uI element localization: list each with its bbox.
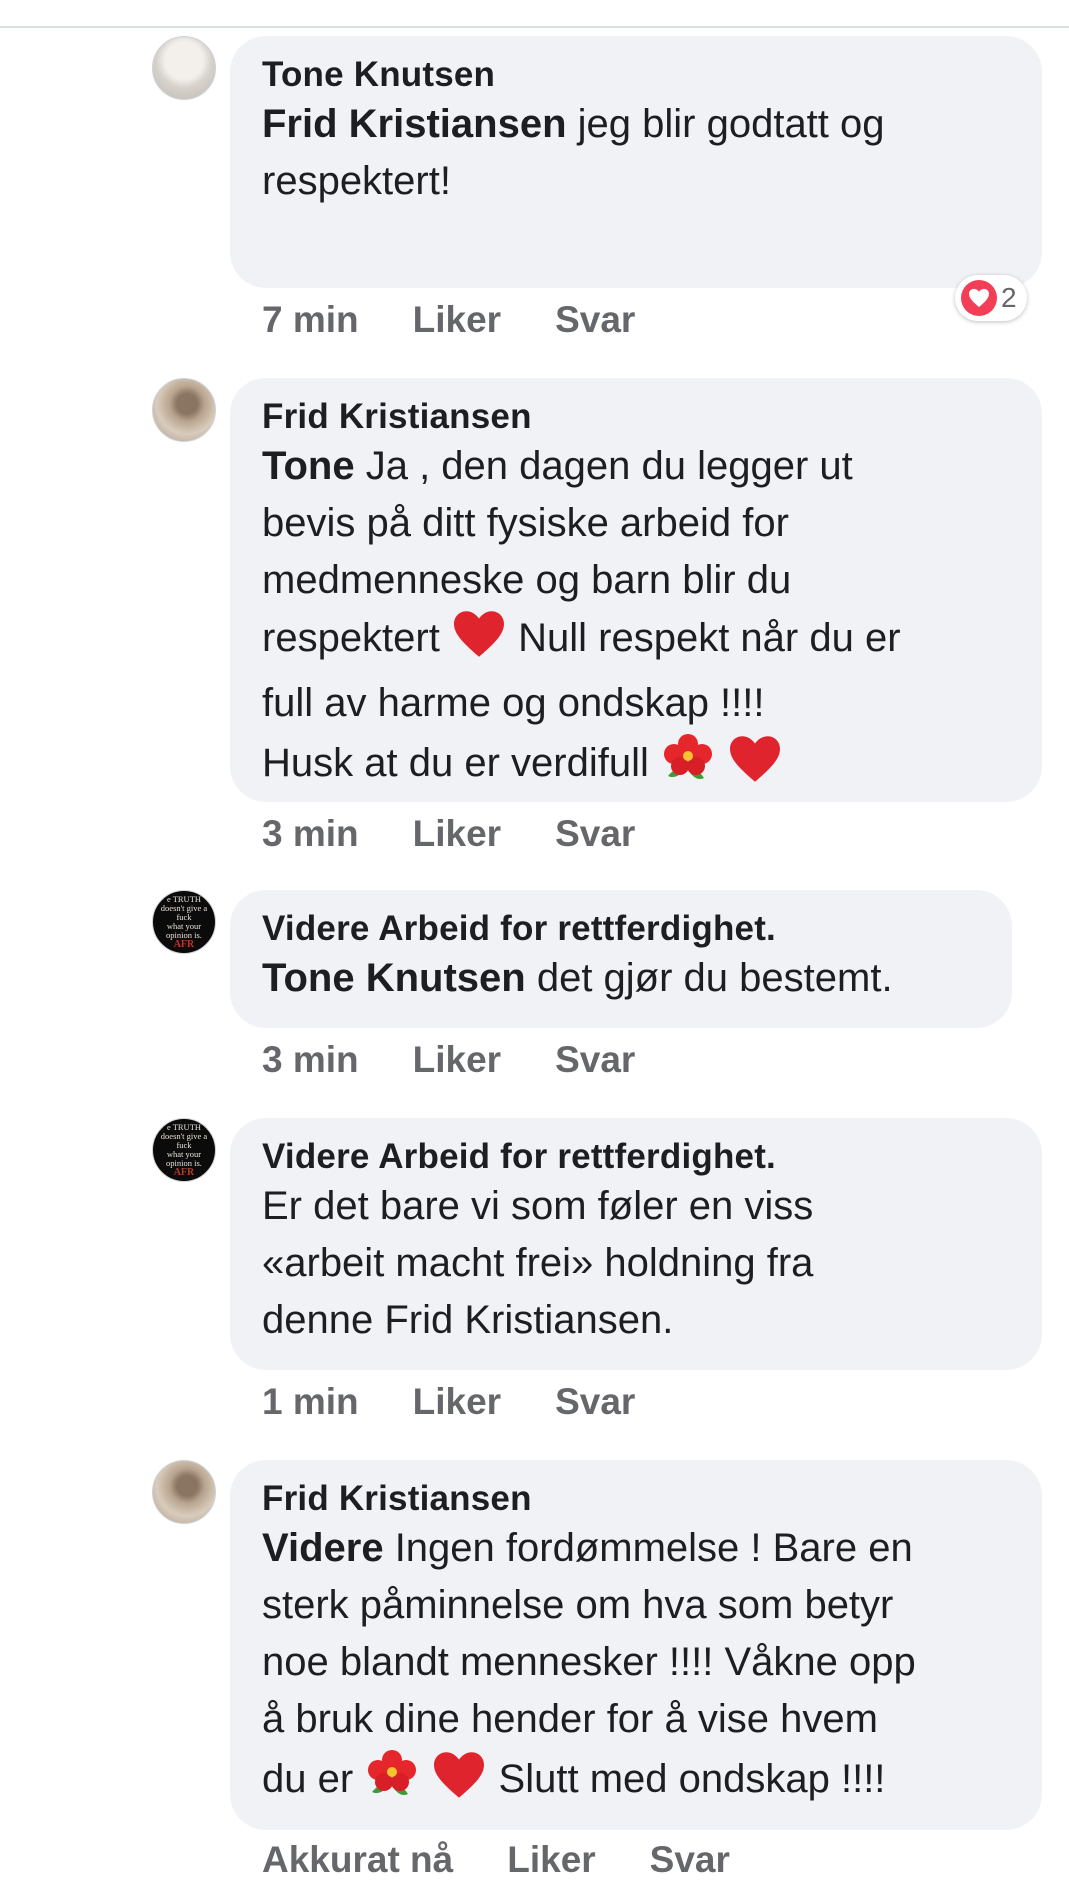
reply-button[interactable]: Svar	[555, 298, 635, 342]
comment-bubble: Videre Arbeid for rettferdighet. Tone Kn…	[230, 890, 1012, 1028]
comment-text-line: Null respekt når du er	[518, 616, 901, 660]
like-button[interactable]: Liker	[413, 298, 501, 342]
comment-author[interactable]: Videre Arbeid for rettferdighet.	[262, 908, 982, 950]
comment-text-line: å bruk dine hender for å vise hvem	[262, 1697, 878, 1741]
avatar-frid-kristiansen[interactable]	[152, 1460, 216, 1524]
comment-text-line: Ja , den dagen du legger ut	[365, 444, 853, 488]
like-button[interactable]: Liker	[507, 1838, 595, 1882]
reply-button[interactable]: Svar	[555, 1038, 635, 1082]
like-button[interactable]: Liker	[413, 812, 501, 856]
comment-mention[interactable]: Videre	[262, 1526, 384, 1570]
reply-button[interactable]: Svar	[555, 1380, 635, 1424]
comment-bubble: Frid Kristiansen Tone Ja , den dagen du …	[230, 378, 1042, 802]
comment-timestamp[interactable]: 3 min	[262, 812, 359, 856]
top-divider	[0, 26, 1069, 28]
comment-text-line: Husk at du er verdifull	[262, 741, 649, 785]
comment-text-line: Slutt med ondskap !!!!	[498, 1757, 886, 1801]
reply-button[interactable]: Svar	[555, 812, 635, 856]
red-heart-emoji	[451, 609, 507, 675]
comment-actions: 3 min Liker Svar	[262, 1038, 635, 1082]
comment-actions: Akkurat nå Liker Svar	[262, 1838, 730, 1882]
hibiscus-emoji	[364, 1748, 420, 1816]
comment-text-line: «arbeit macht frei» holdning fra	[262, 1241, 814, 1285]
comment-text-line: denne Frid Kristiansen.	[262, 1298, 674, 1342]
comment-text-line: det gjør du bestemt.	[536, 956, 893, 1000]
avatar-videre-arbeid[interactable]: e TRUTH doesn't give a fuck what your op…	[152, 890, 216, 954]
comment-text-line: medmenneske og barn blir du	[262, 558, 792, 602]
comment-bubble: Frid Kristiansen Videre Ingen fordømmels…	[230, 1460, 1042, 1830]
comment-text-line: full av harme og ondskap !!!!	[262, 681, 765, 725]
like-button[interactable]: Liker	[413, 1038, 501, 1082]
reaction-count: 2	[1001, 282, 1017, 313]
comment-author[interactable]: Frid Kristiansen	[262, 396, 1012, 438]
avatar-text: e TRUTH doesn't give a fuck what your op…	[160, 894, 208, 950]
avatar-videre-arbeid[interactable]: e TRUTH doesn't give a fuck what your op…	[152, 1118, 216, 1182]
comment-text-line: jeg blir godtatt og	[577, 102, 885, 146]
comment-text: Frid Kristiansen jeg blir godtatt og res…	[262, 96, 1012, 210]
avatar-tone-knutsen[interactable]	[152, 36, 216, 100]
comment-actions: 1 min Liker Svar	[262, 1380, 635, 1424]
reaction-count-badge[interactable]: 2	[955, 275, 1027, 321]
comment-text-line: bevis på ditt fysiske arbeid for	[262, 501, 789, 545]
comment-bubble: Tone Knutsen Frid Kristiansen jeg blir g…	[230, 36, 1042, 288]
comment-author[interactable]: Frid Kristiansen	[262, 1478, 1012, 1520]
comment-timestamp[interactable]: 1 min	[262, 1380, 359, 1424]
comment-mention[interactable]: Tone	[262, 444, 355, 488]
hibiscus-emoji	[660, 732, 716, 800]
comment-text: Tone Knutsen det gjør du bestemt.	[262, 950, 982, 1007]
comment-text: Videre Ingen fordømmelse ! Bare en sterk…	[262, 1520, 1012, 1816]
comment-text: Tone Ja , den dagen du legger ut bevis p…	[262, 438, 1012, 800]
red-heart-emoji	[727, 734, 783, 800]
love-reaction-icon	[961, 280, 997, 316]
comment-text-line: noe blandt mennesker !!!! Våkne opp	[262, 1640, 916, 1684]
comment-text-line: respektert!	[262, 159, 451, 203]
comment-mention[interactable]: Tone Knutsen	[262, 956, 526, 1000]
comment-timestamp[interactable]: 7 min	[262, 298, 359, 342]
comment-timestamp[interactable]: 3 min	[262, 1038, 359, 1082]
comment-text-line: du er	[262, 1757, 354, 1801]
like-button[interactable]: Liker	[413, 1380, 501, 1424]
comment-author[interactable]: Videre Arbeid for rettferdighet.	[262, 1136, 1012, 1178]
comment-mention[interactable]: Frid Kristiansen	[262, 102, 567, 146]
reply-button[interactable]: Svar	[650, 1838, 730, 1882]
comment-bubble: Videre Arbeid for rettferdighet. Er det …	[230, 1118, 1042, 1370]
red-heart-emoji	[431, 1750, 487, 1816]
comment-text-line: Er det bare vi som føler en viss	[262, 1184, 814, 1228]
comment-text-line: respektert	[262, 616, 440, 660]
comment-text-line: sterk påminnelse om hva som betyr	[262, 1583, 894, 1627]
comment-timestamp[interactable]: Akkurat nå	[262, 1838, 453, 1882]
comment-actions: 7 min Liker Svar	[262, 298, 635, 342]
comment-author[interactable]: Tone Knutsen	[262, 54, 1012, 96]
comment-text: Er det bare vi som føler en viss «arbeit…	[262, 1178, 1012, 1349]
avatar-frid-kristiansen[interactable]	[152, 378, 216, 442]
avatar-text: e TRUTH doesn't give a fuck what your op…	[160, 1122, 208, 1178]
comment-actions: 3 min Liker Svar	[262, 812, 635, 856]
comment-text-line: Ingen fordømmelse ! Bare en	[394, 1526, 913, 1570]
